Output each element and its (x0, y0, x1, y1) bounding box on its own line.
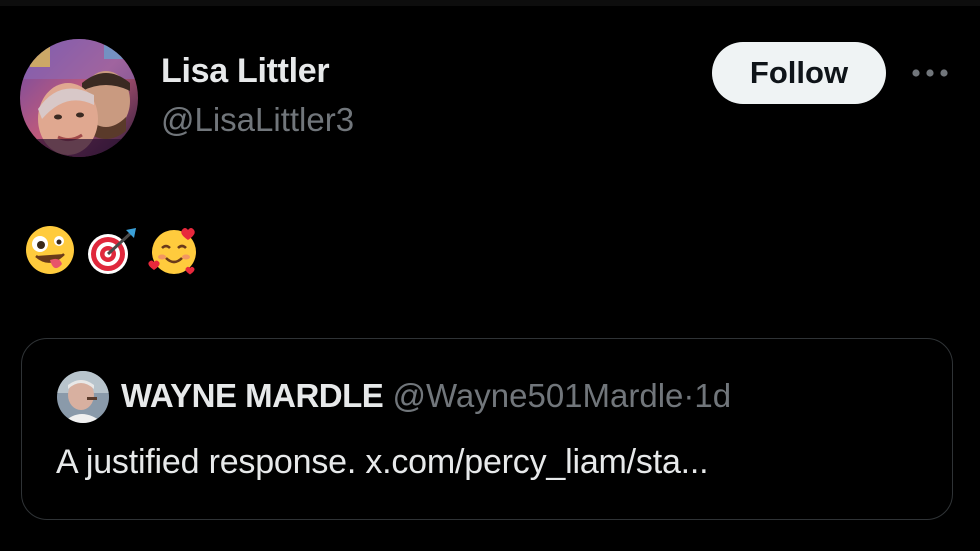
quoted-post-timestamp[interactable]: 1d (694, 377, 731, 414)
follow-button[interactable]: Follow (712, 42, 886, 104)
direct-hit-emoji (88, 228, 136, 274)
profile-photo-avatar (57, 371, 109, 423)
author-display-name[interactable]: Lisa Littler (161, 52, 330, 91)
quoted-post-card[interactable]: WAYNE MARDLE @Wayne501Mardle·1d A justif… (21, 338, 953, 520)
top-divider (0, 0, 980, 6)
more-options-button[interactable] (907, 56, 953, 90)
quoted-author-handle[interactable]: @Wayne501Mardle (392, 377, 683, 414)
author-avatar[interactable] (20, 39, 138, 157)
quoted-post-text: A justified response. x.com/percy_liam/s… (56, 443, 709, 481)
more-horizontal-icon (912, 69, 948, 77)
zany-face-emoji (26, 226, 74, 274)
author-handle[interactable]: @LisaLittler3 (161, 101, 354, 139)
post-body (24, 222, 200, 278)
quoted-author-avatar[interactable] (57, 371, 109, 423)
quoted-post-header: WAYNE MARDLE @Wayne501Mardle·1d (121, 377, 731, 415)
separator-dot: · (683, 377, 695, 414)
quoted-author-display-name[interactable]: WAYNE MARDLE (121, 377, 384, 414)
profile-photo-avatar (20, 39, 138, 157)
smiling-face-with-hearts-emoji (148, 228, 196, 275)
